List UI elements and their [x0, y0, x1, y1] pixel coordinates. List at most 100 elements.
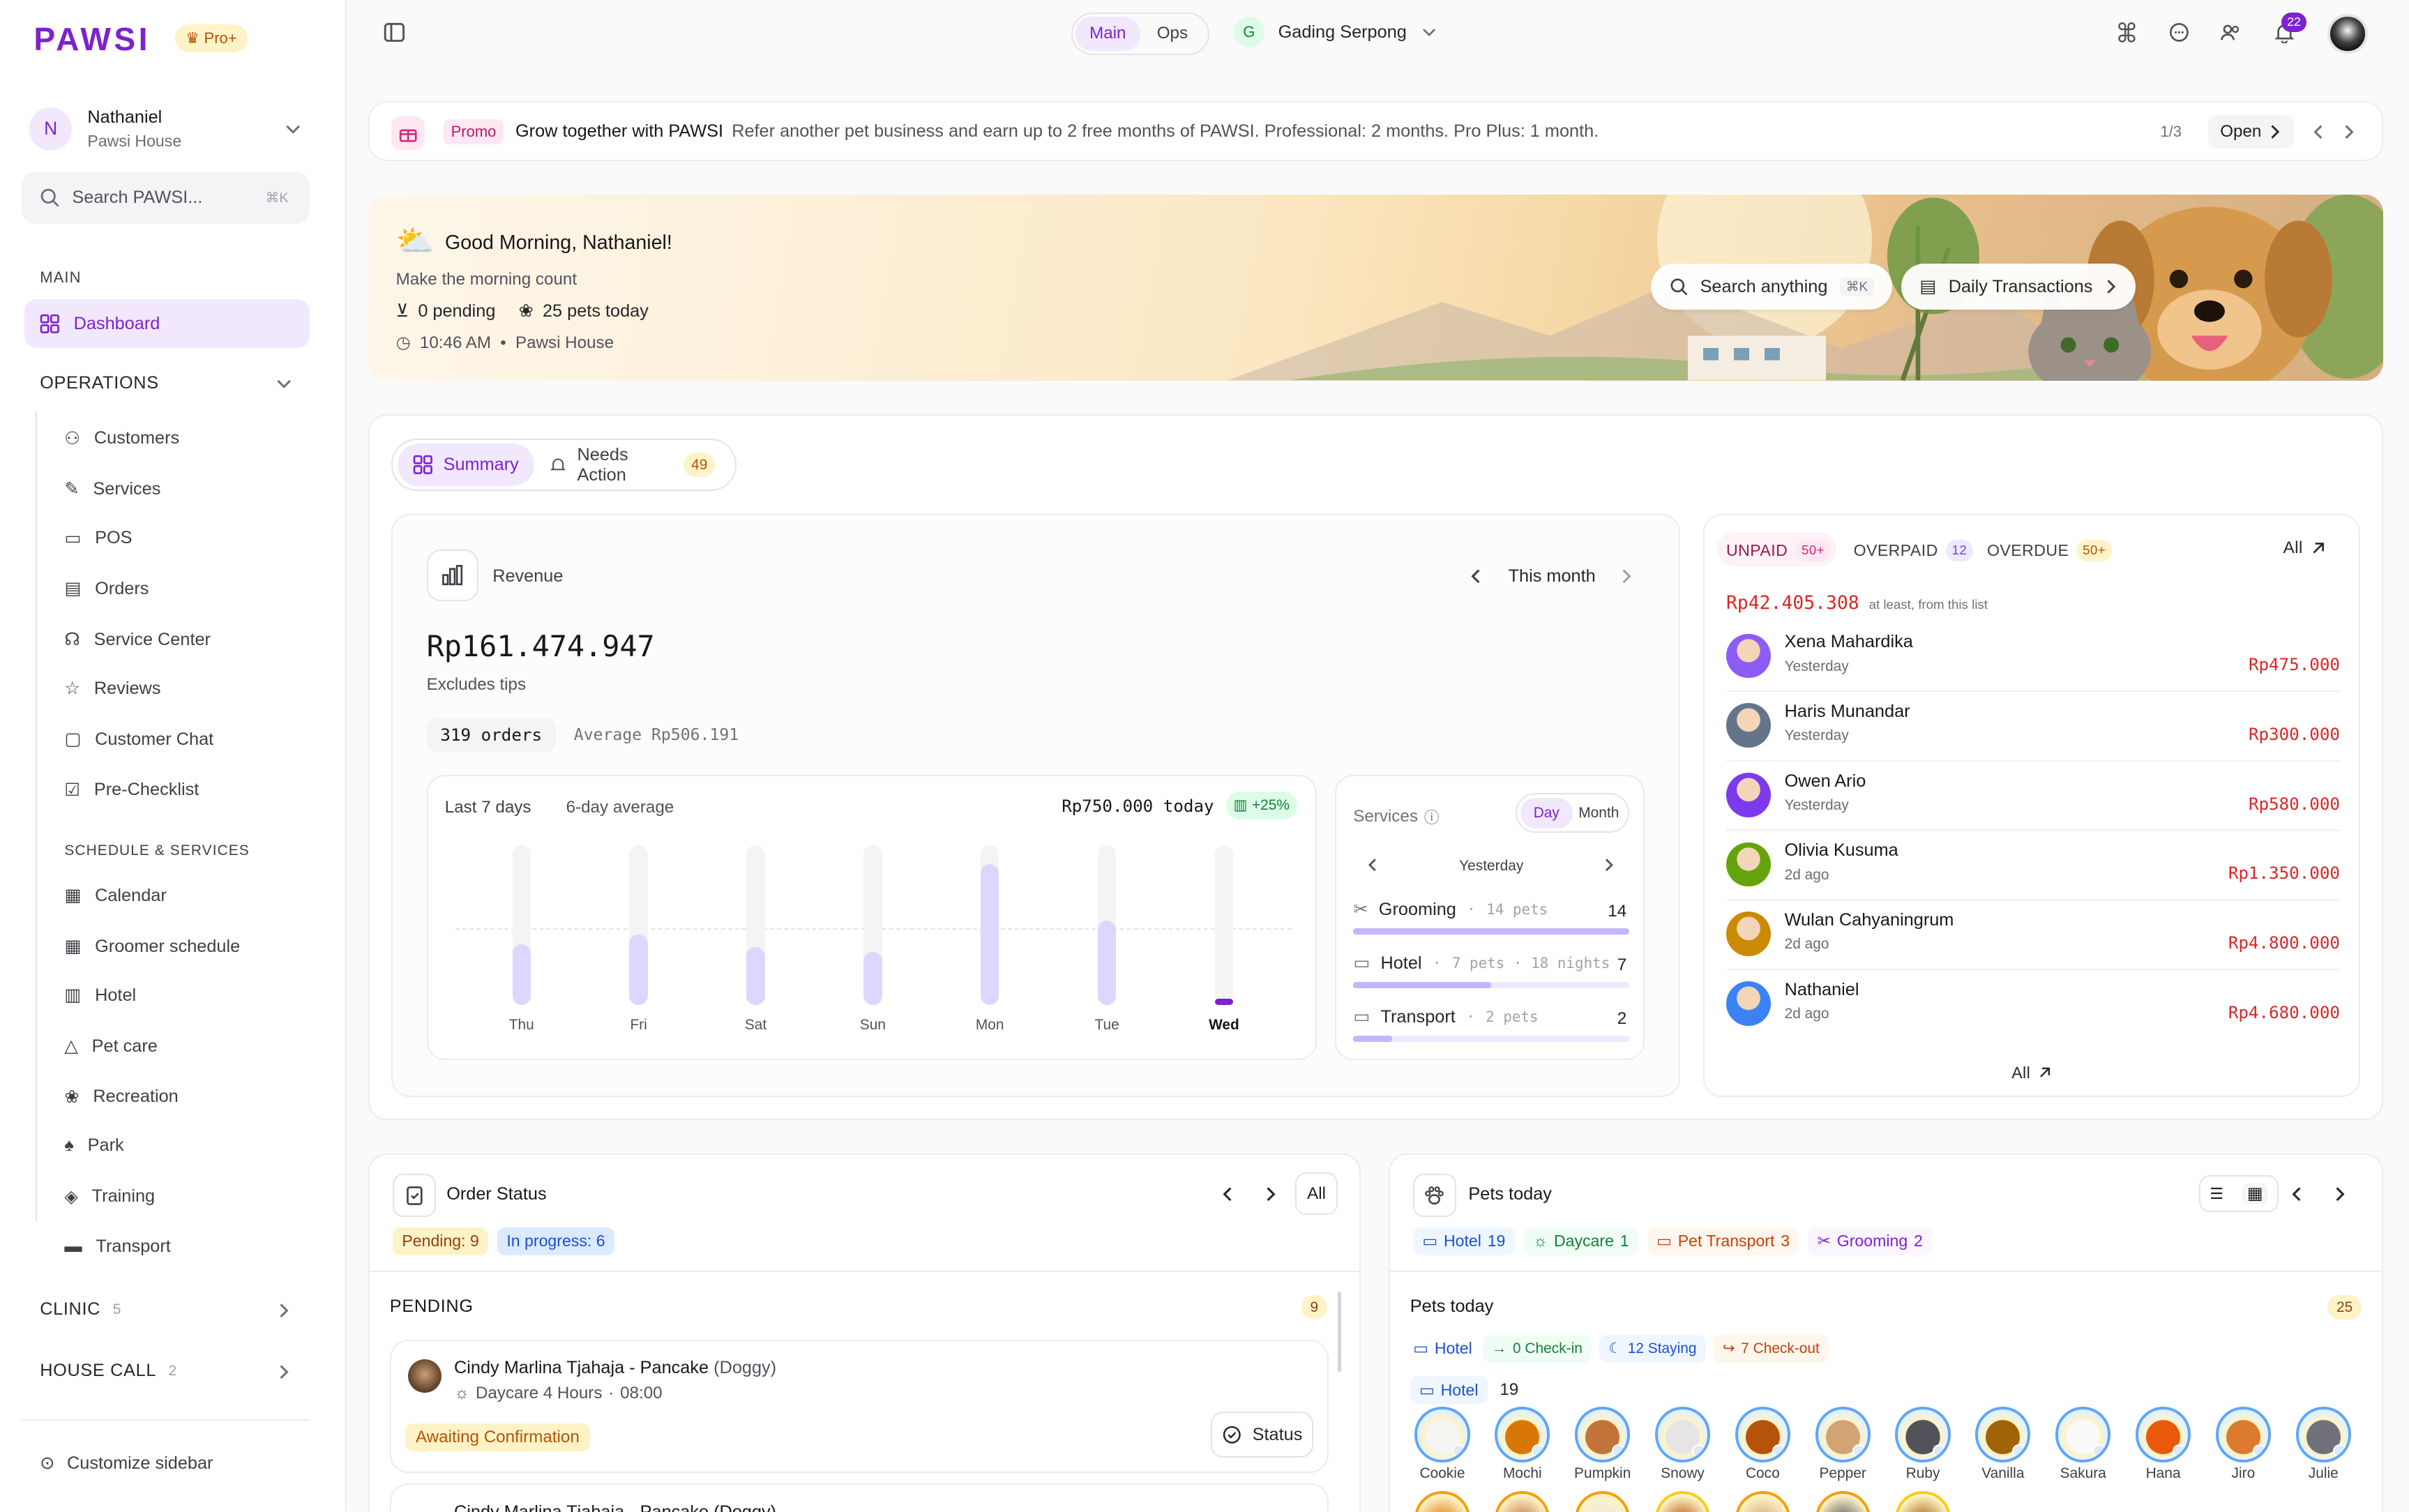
payment-row[interactable]: Olivia Kusuma 2d ago Rp1.350.000	[1726, 838, 2340, 902]
sidebar-item-park[interactable]: ♠ Park	[64, 1135, 123, 1156]
sidebar-item-pre-checklist[interactable]: ☑ Pre-Checklist	[64, 780, 199, 801]
sidebar-item-dashboard[interactable]: Dashboard	[24, 299, 310, 349]
list-icon[interactable]: ☰	[2210, 1185, 2223, 1203]
order-status-button[interactable]: Status	[1210, 1412, 1314, 1458]
sidebar-item-customer-chat[interactable]: ▢ Customer Chat	[64, 729, 213, 750]
location-selector[interactable]: G Gading Serpong	[1233, 17, 1437, 48]
sidebar-item-services[interactable]: ✎ Services	[64, 478, 160, 499]
tab-unpaid[interactable]: UNPAID 50+	[1726, 540, 1831, 562]
chip-daycare[interactable]: ☼ Daycare 1	[1523, 1227, 1638, 1255]
bar-sat[interactable]	[746, 947, 765, 1005]
tab-overpaid[interactable]: OVERPAID 12	[1854, 540, 1974, 562]
chip-pet-transport[interactable]: ▭ Pet Transport 3	[1647, 1227, 1799, 1255]
order-card[interactable]: Cindy Marlina Tjahaja - Pancake (Doggy)	[389, 1483, 1329, 1512]
message-icon[interactable]	[2168, 22, 2190, 43]
payment-row[interactable]: Haris Munandar Yesterday Rp300.000	[1726, 699, 2340, 763]
pet-item[interactable]: Mochi	[1492, 1407, 1553, 1482]
payment-row[interactable]: Xena Mahardika Yesterday Rp475.000	[1726, 629, 2340, 693]
toggle-month[interactable]: Month	[1573, 805, 1625, 822]
profile-avatar[interactable]	[2327, 13, 2368, 54]
chip-grooming[interactable]: ✂ Grooming 2	[1808, 1227, 1932, 1255]
payment-row[interactable]: Wulan Cahyaningrum 2d ago Rp4.800.000	[1726, 907, 2340, 972]
sidebar-group-clinic[interactable]: CLINIC 5	[40, 1299, 294, 1320]
pet-avatar	[1654, 1407, 1711, 1462]
sidebar-item-service-center[interactable]: ☊ Service Center	[64, 629, 211, 650]
chevron-right-icon[interactable]	[1602, 856, 1616, 874]
tab-needs-action[interactable]: Needs Action 49	[534, 444, 731, 487]
chevron-left-icon[interactable]	[2311, 123, 2326, 141]
sidebar-item-pos[interactable]: ▭ POS	[64, 528, 132, 549]
chip-hotel[interactable]: ▭ Hotel 19	[1413, 1227, 1515, 1255]
customer-avatar	[1726, 912, 1771, 957]
team-icon[interactable]	[2220, 22, 2242, 43]
chevron-left-icon[interactable]	[1468, 566, 1483, 587]
promo-title: Grow together with PAWSI	[515, 121, 724, 141]
sidebar-item-transport[interactable]: ▬ Transport	[64, 1237, 170, 1257]
sidebar-item-hotel[interactable]: ▥ Hotel	[64, 985, 136, 1006]
revenue-period[interactable]: This month	[1509, 566, 1596, 587]
sidebar-item-pet-care[interactable]: △ Pet care	[64, 1036, 157, 1057]
chevron-left-icon[interactable]	[2289, 1184, 2304, 1204]
daily-transactions-button[interactable]: ▤ Daily Transactions	[1901, 264, 2136, 310]
chevron-right-icon[interactable]	[2341, 123, 2357, 141]
tab-overdue[interactable]: OVERDUE 50+	[1987, 540, 2112, 562]
pet-item[interactable]: Hana	[2133, 1407, 2194, 1482]
payment-row[interactable]: Nathaniel 2d ago Rp4.680.000	[1726, 976, 2340, 1041]
mode-ops[interactable]: Ops	[1140, 17, 1205, 50]
pet-item[interactable]: Pumpkin	[1572, 1407, 1633, 1482]
sidebar-item-training[interactable]: ◈ Training	[64, 1186, 155, 1207]
chevron-left-icon[interactable]	[1220, 1184, 1235, 1204]
brand-logo[interactable]: PAWSI	[33, 20, 150, 58]
bar-sun[interactable]	[863, 952, 882, 1005]
sidebar-group-house-call[interactable]: HOUSE CALL 2	[40, 1361, 294, 1381]
chip-check-in[interactable]: → 0 Check-in	[1483, 1335, 1592, 1363]
customize-sidebar-button[interactable]: ⊙ Customize sidebar	[40, 1453, 213, 1474]
payments-all-link[interactable]: All	[2283, 538, 2326, 558]
pet-item[interactable]: Ruby	[1892, 1407, 1954, 1482]
pet-item[interactable]: Julie	[2293, 1407, 2354, 1482]
sidebar-item-recreation[interactable]: ❀ Recreation	[64, 1087, 178, 1107]
hero-search-button[interactable]: Search anything ⌘K	[1651, 264, 1893, 310]
sidebar-item-reviews[interactable]: ☆ Reviews	[64, 678, 160, 699]
pet-item[interactable]: Sakura	[2053, 1407, 2114, 1482]
sidebar-search[interactable]: Search PAWSI... ⌘K	[21, 172, 310, 225]
pet-item[interactable]: Cookie	[1412, 1407, 1473, 1482]
settings-icon: ⊙	[40, 1453, 55, 1474]
promo-open-button[interactable]: Open	[2207, 114, 2294, 149]
pet-item[interactable]: Pepper	[1812, 1407, 1873, 1482]
sidebar-item-calendar[interactable]: ▦ Calendar	[64, 885, 166, 906]
sidebar-item-groomer-schedule[interactable]: ▦ Groomer schedule	[64, 936, 240, 957]
toggle-day[interactable]: Day	[1520, 797, 1573, 829]
bar-tue[interactable]	[1097, 920, 1117, 1005]
pet-item[interactable]: Snowy	[1652, 1407, 1714, 1482]
chip-pending[interactable]: Pending: 9	[393, 1227, 488, 1255]
mode-main[interactable]: Main	[1075, 17, 1140, 51]
chevron-right-icon[interactable]	[1263, 1184, 1278, 1204]
chevron-right-icon[interactable]	[2332, 1184, 2348, 1204]
chip-in-progress[interactable]: In progress: 6	[497, 1227, 614, 1255]
payments-footer-all[interactable]: All	[2011, 1064, 2052, 1082]
chip-check-out[interactable]: ↪ 7 Check-out	[1713, 1335, 1829, 1363]
sidebar-item-orders[interactable]: ▤ Orders	[64, 578, 149, 599]
bar-wed[interactable]	[1214, 998, 1234, 1005]
toggle-sidebar-button[interactable]	[384, 22, 405, 43]
hotel-group-chip[interactable]: ▭ Hotel	[1410, 1376, 1488, 1404]
grid-icon[interactable]: ▦	[2242, 1184, 2268, 1204]
pet-item[interactable]: Coco	[1732, 1407, 1793, 1482]
tab-summary[interactable]: Summary	[397, 443, 534, 487]
chip-staying[interactable]: ☾ 12 Staying	[1599, 1335, 1706, 1363]
order-status-all-button[interactable]: All	[1294, 1172, 1338, 1216]
command-icon[interactable]	[2116, 22, 2138, 43]
payment-row[interactable]: Owen Ario Yesterday Rp580.000	[1726, 768, 2340, 832]
user-switcher[interactable]: N Nathaniel Pawsi House	[29, 101, 315, 156]
bar-fri[interactable]	[629, 935, 648, 1005]
bar-thu[interactable]	[512, 944, 531, 1005]
pet-item[interactable]: Jiro	[2212, 1407, 2274, 1482]
operations-toggle[interactable]: OPERATIONS	[40, 373, 294, 393]
pet-item[interactable]: Vanilla	[1972, 1407, 2034, 1482]
sidebar-item-customers[interactable]: ⚇ Customers	[64, 428, 179, 449]
order-card[interactable]: Cindy Marlina Tjahaja - Pancake (Doggy) …	[389, 1339, 1329, 1473]
bar-mon[interactable]	[981, 864, 999, 1005]
chevron-right-icon[interactable]	[1619, 566, 1634, 587]
scrollbar[interactable]	[1338, 1292, 1341, 1372]
